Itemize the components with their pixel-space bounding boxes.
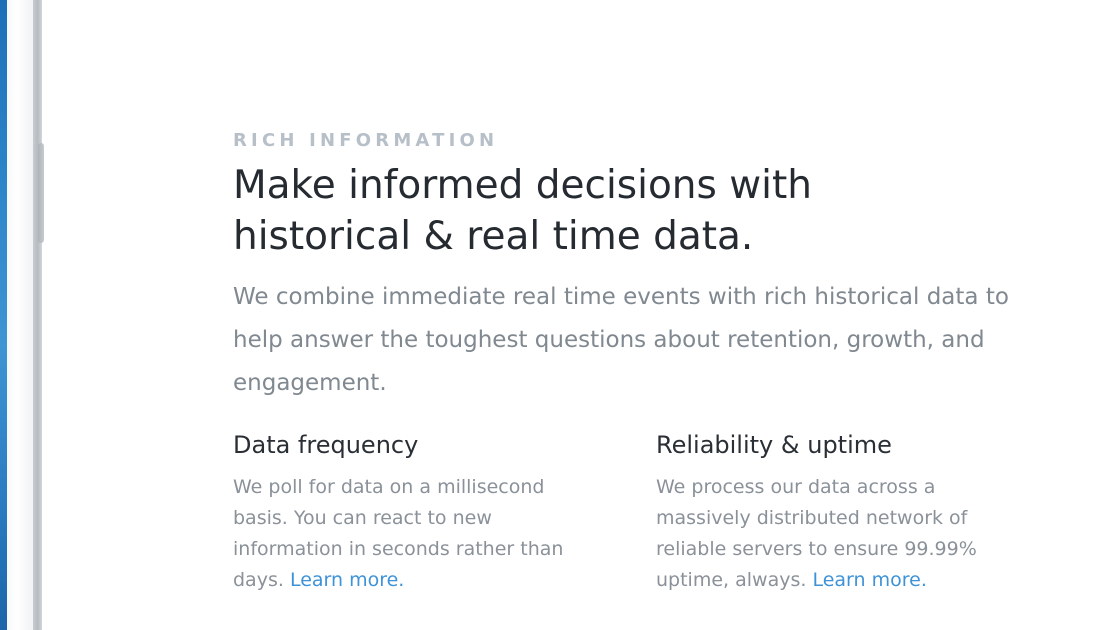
feature-title: Data frequency	[233, 431, 419, 459]
feature-reliability-uptime: Reliability & uptime We process our data…	[656, 430, 1026, 596]
feature-body: We poll for data on a millisecond basis.…	[233, 472, 595, 596]
learn-more-link[interactable]: Learn more.	[812, 569, 926, 591]
section-eyebrow: RICH INFORMATION	[233, 130, 499, 151]
device-bezel	[7, 0, 33, 630]
device-mockup-edge	[0, 0, 44, 630]
device-frame	[33, 0, 42, 630]
feature-title: Reliability & uptime	[656, 431, 892, 459]
section-intro: We combine immediate real time events wi…	[233, 284, 1009, 396]
section-headline: Make informed decisions with historical …	[233, 163, 812, 259]
learn-more-link[interactable]: Learn more.	[290, 569, 404, 591]
device-screen	[0, 0, 7, 630]
feature-data-frequency: Data frequency We poll for data on a mil…	[233, 430, 603, 596]
feature-body: We process our data across a massively d…	[656, 472, 1018, 596]
rich-information-section: RICH INFORMATION Make informed decisions…	[233, 128, 1053, 591]
device-side-button	[38, 143, 44, 243]
